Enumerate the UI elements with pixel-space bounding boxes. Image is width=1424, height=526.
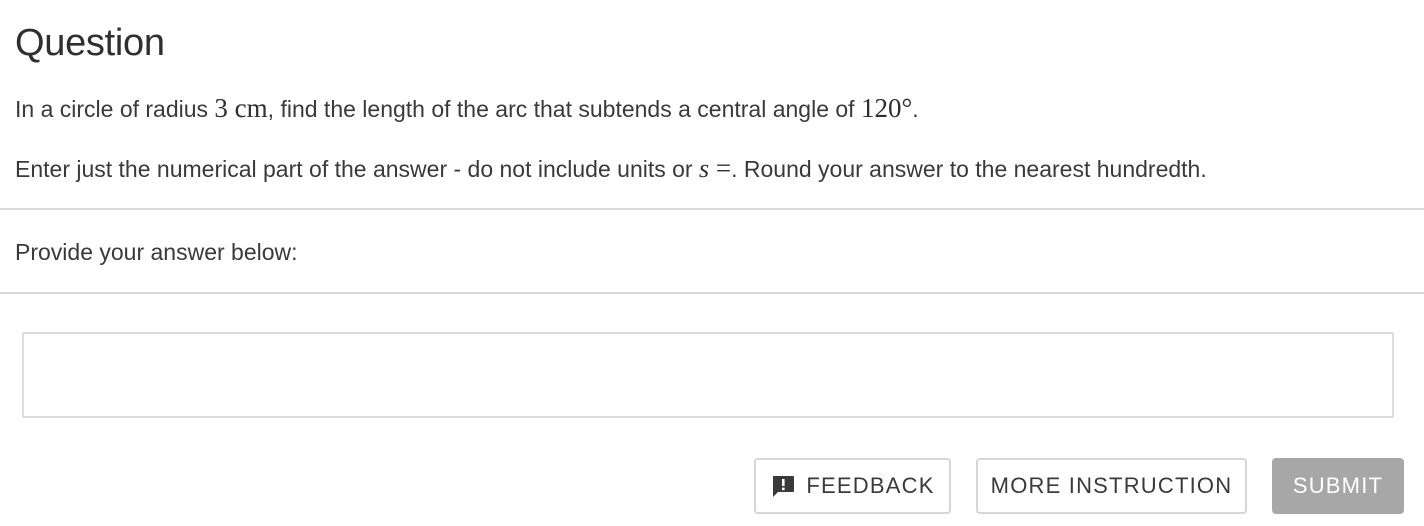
instruction-text: Enter just the numerical part of the ans… xyxy=(15,153,1207,184)
equals-math: = xyxy=(709,153,732,183)
question-text: In a circle of radius 3 cm, find the len… xyxy=(15,93,919,124)
feedback-button-label: FEEDBACK xyxy=(806,473,935,498)
instruction-text-part: . Round your answer to the nearest hundr… xyxy=(731,156,1207,182)
instruction-text-part: Enter just the numerical part of the ans… xyxy=(15,156,699,182)
question-page: Question In a circle of radius 3 cm, fin… xyxy=(0,0,1424,526)
feedback-icon xyxy=(770,473,796,499)
question-text-part: . xyxy=(912,96,919,122)
page-title: Question xyxy=(15,22,165,64)
more-instruction-button-label: MORE INSTRUCTION xyxy=(990,473,1233,498)
divider xyxy=(0,208,1424,210)
question-text-part: , find the length of the arc that subten… xyxy=(267,96,861,122)
more-instruction-button[interactable]: MORE INSTRUCTION xyxy=(976,458,1247,514)
submit-button-label: SUBMIT xyxy=(1292,473,1384,498)
feedback-button[interactable]: FEEDBACK xyxy=(754,458,951,514)
submit-button[interactable]: SUBMIT xyxy=(1272,458,1404,514)
divider xyxy=(0,292,1424,294)
answer-prompt: Provide your answer below: xyxy=(15,239,298,265)
variable-math: s xyxy=(698,154,710,183)
question-text-part: In a circle of radius xyxy=(15,96,215,122)
radius-math: 3 cm xyxy=(214,93,268,123)
angle-math: 120° xyxy=(860,93,913,123)
answer-input[interactable] xyxy=(22,332,1394,418)
